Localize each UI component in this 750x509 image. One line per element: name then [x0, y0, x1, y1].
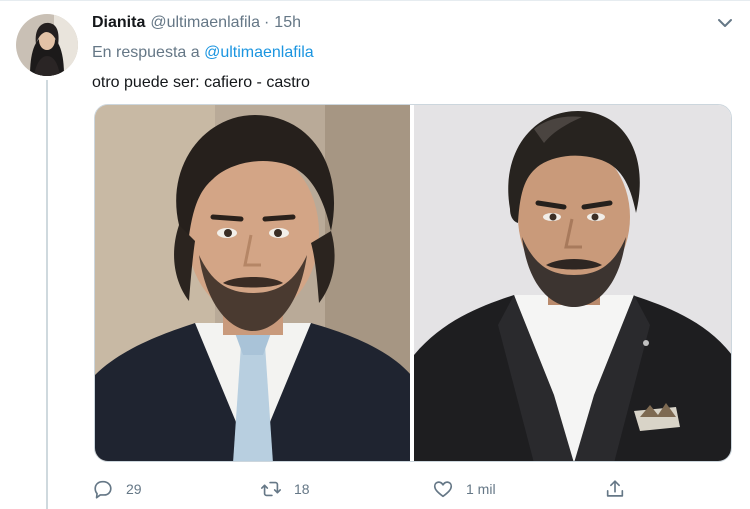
retweet-icon [261, 481, 281, 497]
author-handle[interactable]: @ultimaenlafila [150, 12, 260, 34]
tweet-timestamp[interactable]: 15h [274, 12, 301, 34]
reply-prefix: En respuesta a [92, 44, 200, 61]
reply-button[interactable]: 29 [92, 478, 142, 500]
thread-connector-line [46, 80, 48, 509]
like-count: 1 mil [466, 481, 496, 497]
share-button[interactable] [604, 478, 626, 500]
reply-icon [94, 480, 112, 499]
reply-context: En respuesta a @ultimaenlafila [92, 42, 732, 64]
tweet-media[interactable] [94, 104, 732, 462]
tweet-actions: 29 18 1 mil [92, 478, 652, 502]
reply-mention-link[interactable]: @ultimaenlafila [204, 44, 314, 61]
tweet-body: Dianita @ultimaenlafila · 15h En respues… [92, 12, 732, 94]
chevron-down-icon[interactable] [716, 14, 734, 32]
heart-icon [433, 481, 453, 498]
avatar[interactable] [16, 14, 78, 76]
top-divider [0, 0, 750, 1]
like-button[interactable]: 1 mil [432, 478, 496, 500]
tweet-text: otro puede ser: cafiero - castro [92, 74, 310, 91]
author-name[interactable]: Dianita [92, 12, 145, 34]
photo-right[interactable] [414, 105, 731, 461]
header-separator: · [263, 14, 270, 31]
reply-count: 29 [126, 481, 142, 497]
retweet-button[interactable]: 18 [260, 478, 310, 500]
photo-left[interactable] [95, 105, 410, 461]
share-icon [606, 480, 624, 497]
tweet-header: Dianita @ultimaenlafila · 15h [92, 12, 732, 34]
retweet-count: 18 [294, 481, 310, 497]
